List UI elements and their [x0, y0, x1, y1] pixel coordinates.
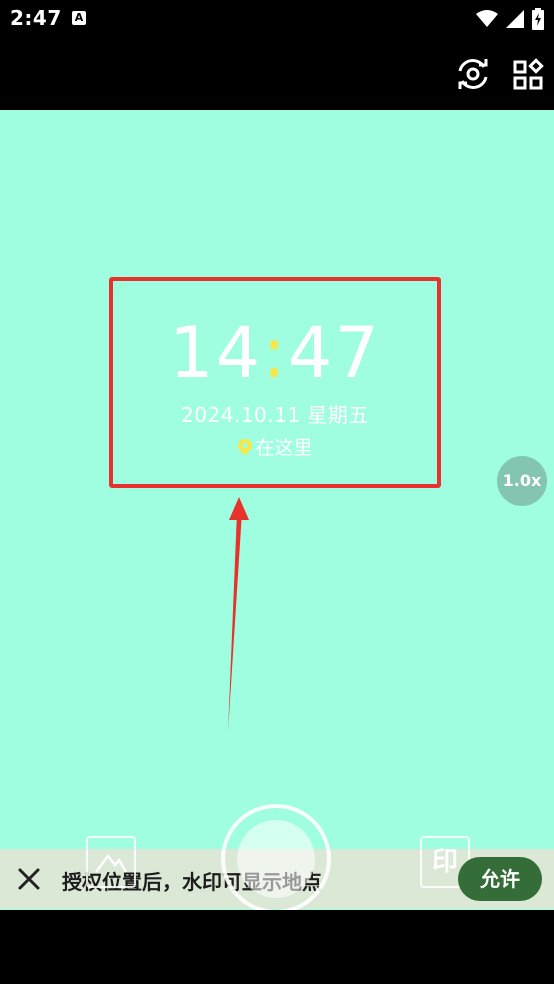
gallery-button[interactable]	[86, 836, 136, 888]
watermark-location: 在这里	[113, 433, 437, 460]
watermark-hour: 14	[169, 312, 263, 394]
battery-charging-icon	[532, 8, 544, 30]
mountain-image-icon	[95, 853, 128, 873]
bottom-bar	[0, 910, 554, 984]
a-letter-icon: A	[72, 11, 86, 25]
camera-viewfinder[interactable]	[0, 110, 554, 910]
status-icons	[476, 8, 544, 30]
watermark-highlight-box[interactable]: 14:47 2024.10.11 星期五 在这里	[109, 277, 441, 488]
zoom-button[interactable]: 1.0x	[497, 456, 547, 506]
watermark-location-text: 在这里	[255, 437, 313, 459]
status-time: 2:47	[10, 6, 62, 30]
close-icon[interactable]	[16, 866, 42, 892]
watermark-minute: 47	[287, 312, 381, 394]
location-pin-icon	[238, 439, 253, 455]
apps-grid-icon[interactable]	[511, 56, 547, 92]
switch-camera-icon[interactable]	[455, 56, 491, 92]
wifi-icon	[476, 10, 498, 27]
shutter-button[interactable]	[221, 804, 331, 914]
camera-top-bar	[0, 40, 554, 110]
shutter-inner-circle	[237, 820, 315, 898]
allow-button[interactable]: 允许	[458, 857, 542, 901]
watermark-time: 14:47	[113, 313, 437, 393]
status-bar: 2:47 A	[0, 0, 554, 40]
watermark-date: 2024.10.11 星期五	[181, 403, 369, 427]
signal-icon	[506, 10, 524, 28]
watermark-colon: :	[262, 312, 288, 394]
